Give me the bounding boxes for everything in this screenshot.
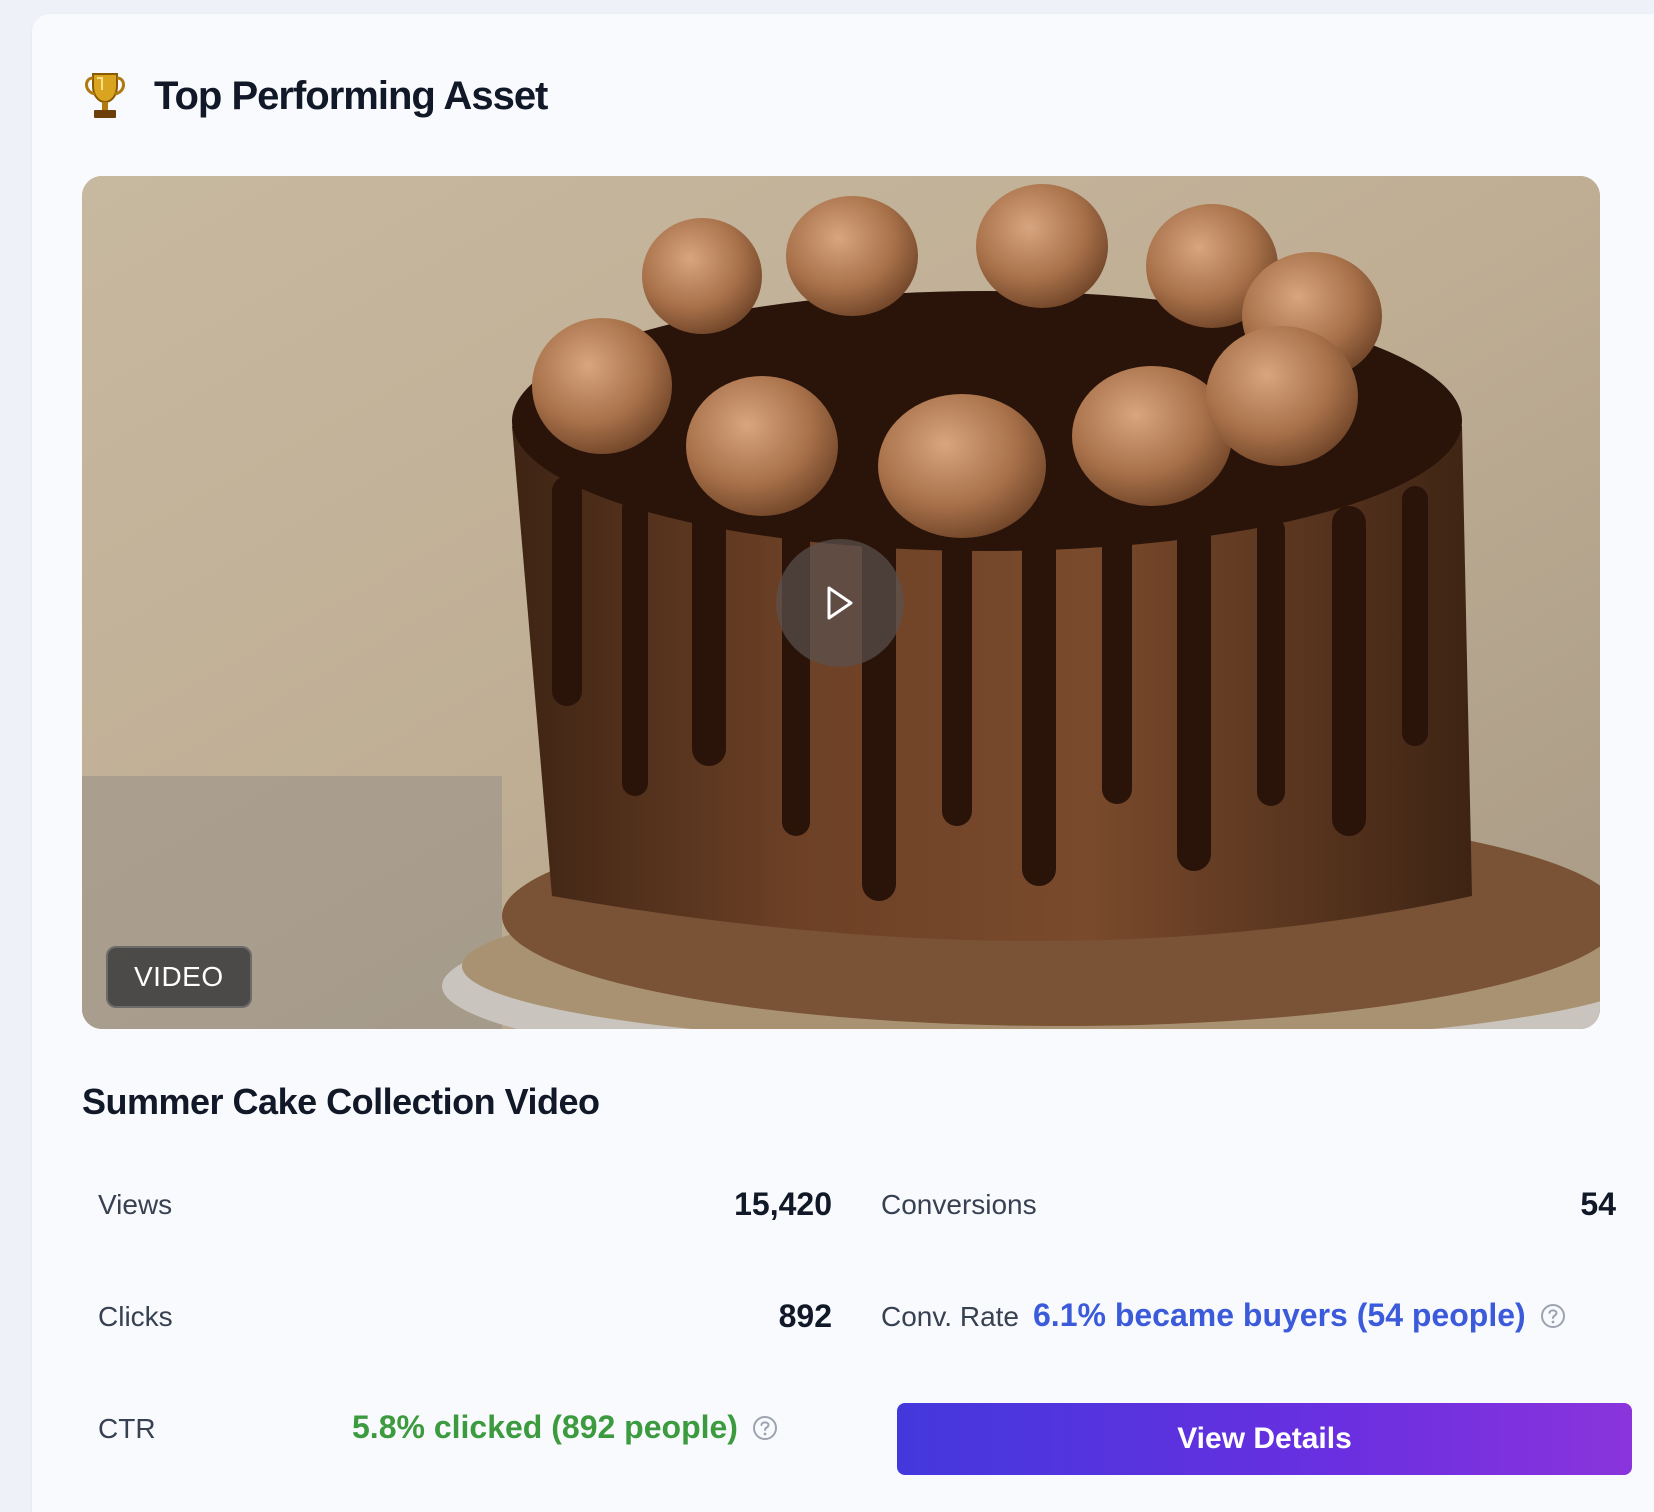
card-title: Top Performing Asset — [154, 73, 548, 118]
play-button[interactable] — [776, 539, 904, 667]
top-asset-card: Top Performing Asset VIDEO Summer Cake C… — [32, 14, 1654, 1512]
conv-rate-value-row: 6.1% became buyers (54 people) — [1033, 1297, 1566, 1334]
help-icon[interactable] — [1540, 1303, 1566, 1329]
conversions-value: 54 — [1580, 1186, 1616, 1222]
card-header: Top Performing Asset — [82, 70, 548, 122]
media-type-badge: VIDEO — [106, 946, 252, 1008]
views-value: 15,420 — [734, 1186, 832, 1222]
conversions-label: Conversions — [881, 1189, 1037, 1220]
clicks-label: Clicks — [98, 1301, 173, 1332]
views-label: Views — [98, 1189, 173, 1220]
ctr-label: CTR — [98, 1413, 156, 1444]
ctr-value-row: 5.8% clicked (892 people) — [352, 1409, 778, 1446]
clicks-value: 892 — [778, 1298, 832, 1334]
asset-media-preview[interactable]: VIDEO — [82, 176, 1600, 1029]
trophy-icon — [85, 73, 125, 118]
conv-rate-value: 6.1% became buyers (54 people) — [1033, 1297, 1526, 1333]
help-icon[interactable] — [752, 1415, 778, 1441]
asset-name: Summer Cake Collection Video — [82, 1081, 600, 1122]
play-icon — [827, 586, 853, 620]
conv-rate-label: Conv. Rate — [881, 1301, 1019, 1332]
view-details-button[interactable]: View Details — [897, 1403, 1632, 1475]
ctr-value: 5.8% clicked (892 people) — [352, 1409, 738, 1445]
